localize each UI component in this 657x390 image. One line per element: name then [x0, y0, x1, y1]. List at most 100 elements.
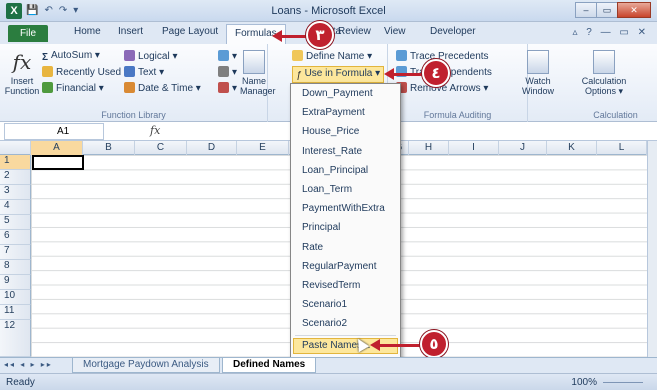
row-header[interactable]: 3 [0, 185, 31, 200]
menu-item-name[interactable]: Rate [291, 238, 400, 257]
row-header[interactable]: 2 [0, 170, 31, 185]
star-icon [42, 66, 53, 77]
sheet-tab-mortgage[interactable]: Mortgage Paydown Analysis [72, 358, 220, 373]
close-button[interactable]: ✕ [617, 2, 651, 18]
column-header[interactable]: B [83, 141, 135, 155]
window-controls: – ▭ ✕ [575, 2, 651, 18]
group-function-library: fx Insert Function Σ AutoSum ▾ Recently U… [0, 44, 276, 122]
fx-icon: fx [12, 50, 32, 74]
menu-item-name[interactable]: Loan_Term [291, 180, 400, 199]
menu-item-name[interactable]: RegularPayment [291, 257, 400, 276]
menu-item-name[interactable]: PaymentWithExtra [291, 199, 400, 218]
row-header[interactable]: 6 [0, 230, 31, 245]
sheet-nav-arrows-icon[interactable]: ◂◂ ◂ ▸ ▸▸ [4, 360, 53, 369]
group-label-calculation: Calculation [593, 110, 638, 120]
column-header[interactable]: K [547, 141, 597, 155]
zoom-level[interactable]: 100% [571, 377, 597, 388]
row-header[interactable]: 5 [0, 215, 31, 230]
callout-arrow-line [280, 35, 306, 38]
name-box[interactable]: A1 [4, 123, 104, 140]
menu-item-name[interactable]: House_Price [291, 122, 400, 141]
row-header[interactable]: 8 [0, 260, 31, 275]
use-in-formula-button[interactable]: ƒ Use in Formula ▾ [292, 66, 385, 83]
select-all-corner[interactable] [0, 141, 31, 155]
column-header[interactable]: L [597, 141, 647, 155]
menu-item-name[interactable]: RevisedTerm [291, 276, 400, 295]
zoom-slider[interactable] [603, 382, 643, 383]
row-header[interactable]: 11 [0, 305, 31, 320]
menu-item-name[interactable]: Down_Payment [291, 84, 400, 103]
autosum-button[interactable]: Σ AutoSum ▾ [42, 50, 100, 63]
menu-item-name[interactable]: Loan_Principal [291, 161, 400, 180]
tab-review[interactable]: Review [338, 26, 371, 37]
menu-item-name[interactable]: ExtraPayment [291, 103, 400, 122]
column-header[interactable]: D [187, 141, 237, 155]
use-in-formula-menu: Down_Payment ExtraPayment House_Price In… [290, 83, 401, 360]
callout-arrow-head [384, 68, 394, 80]
vertical-scrollbar[interactable] [647, 141, 657, 357]
tab-developer[interactable]: Developer [430, 26, 476, 37]
tab-insert[interactable]: Insert [118, 26, 143, 37]
status-bar: Ready 100% [0, 373, 657, 390]
row-header[interactable]: 4 [0, 200, 31, 215]
financial-button[interactable]: Financial ▾ [42, 82, 104, 94]
date-time-button[interactable]: Date & Time ▾ [124, 82, 201, 94]
tab-file[interactable]: File [8, 25, 48, 42]
calculation-options-button[interactable]: Calculation Options ▾ [580, 50, 628, 96]
recently-used-button[interactable]: Recently Used ▾ [42, 66, 129, 78]
sheet-tab-bar: ◂◂ ◂ ▸ ▸▸ Mortgage Paydown Analysis Defi… [0, 357, 657, 373]
group-label-function-library: Function Library [101, 110, 166, 120]
date-time-label: Date & Time ▾ [138, 83, 201, 94]
row-header[interactable]: 9 [0, 275, 31, 290]
text-button[interactable]: Text ▾ [124, 66, 164, 78]
watch-window-button[interactable]: Watch Window [518, 50, 558, 96]
column-header[interactable]: A [31, 141, 83, 155]
precedents-icon [396, 50, 407, 61]
tab-home[interactable]: Home [74, 26, 101, 37]
sigma-icon: Σ [42, 52, 49, 63]
row-header[interactable]: 1 [0, 155, 31, 170]
menu-item-name[interactable]: Principal [291, 218, 400, 237]
more-functions-button[interactable]: ▾ [218, 82, 237, 94]
group-label-formula-auditing: Formula Auditing [423, 110, 492, 120]
fx-button[interactable]: fx [150, 124, 160, 137]
book-icon [42, 82, 53, 93]
column-header[interactable]: E [237, 141, 289, 155]
financial-label: Financial ▾ [56, 83, 104, 94]
math-trig-button[interactable]: ▾ [218, 66, 237, 78]
column-header[interactable]: I [449, 141, 499, 155]
column-header[interactable]: J [499, 141, 547, 155]
insert-function-button[interactable]: fx Insert Function [4, 50, 40, 96]
tab-view[interactable]: View [384, 26, 406, 37]
sheet-tab-defined-names[interactable]: Defined Names [222, 358, 317, 373]
row-header[interactable]: 12 [0, 320, 31, 357]
help-icon[interactable]: ▵ ? — ▭ ✕ [572, 27, 649, 38]
restore-button[interactable]: ▭ [596, 2, 618, 18]
recently-used-label: Recently Used ▾ [56, 67, 129, 78]
callout-arrow-line [378, 344, 422, 347]
row-header[interactable]: 7 [0, 245, 31, 260]
fx-small-icon: ƒ [296, 70, 302, 81]
callout-step-5: ٥ [420, 330, 448, 358]
menu-item-name[interactable]: Scenario1 [291, 295, 400, 314]
tab-page-layout[interactable]: Page Layout [162, 26, 218, 37]
text-book-icon [124, 66, 135, 77]
menu-item-name[interactable]: Scenario2 [291, 314, 400, 333]
logical-button[interactable]: Logical ▾ [124, 50, 178, 62]
define-name-button[interactable]: Define Name ▾ [292, 50, 372, 62]
more-book-icon [218, 82, 229, 93]
remove-arrows-label: Remove Arrows ▾ [410, 83, 489, 94]
active-cell[interactable] [32, 155, 84, 170]
row-header[interactable]: 10 [0, 290, 31, 305]
lookup-reference-button[interactable]: ▾ [218, 50, 237, 62]
minimize-button[interactable]: – [575, 2, 597, 18]
watch-window-label: Watch Window [521, 76, 554, 96]
name-manager-button[interactable]: Name Manager [240, 50, 276, 96]
column-header[interactable]: C [135, 141, 187, 155]
column-header[interactable]: H [409, 141, 449, 155]
math-book-icon [218, 66, 229, 77]
menu-item-name[interactable]: Interest_Rate [291, 142, 400, 161]
clock-book-icon [124, 82, 135, 93]
callout-arrow-line [392, 73, 422, 76]
insert-function-label: Insert Function [4, 76, 40, 96]
